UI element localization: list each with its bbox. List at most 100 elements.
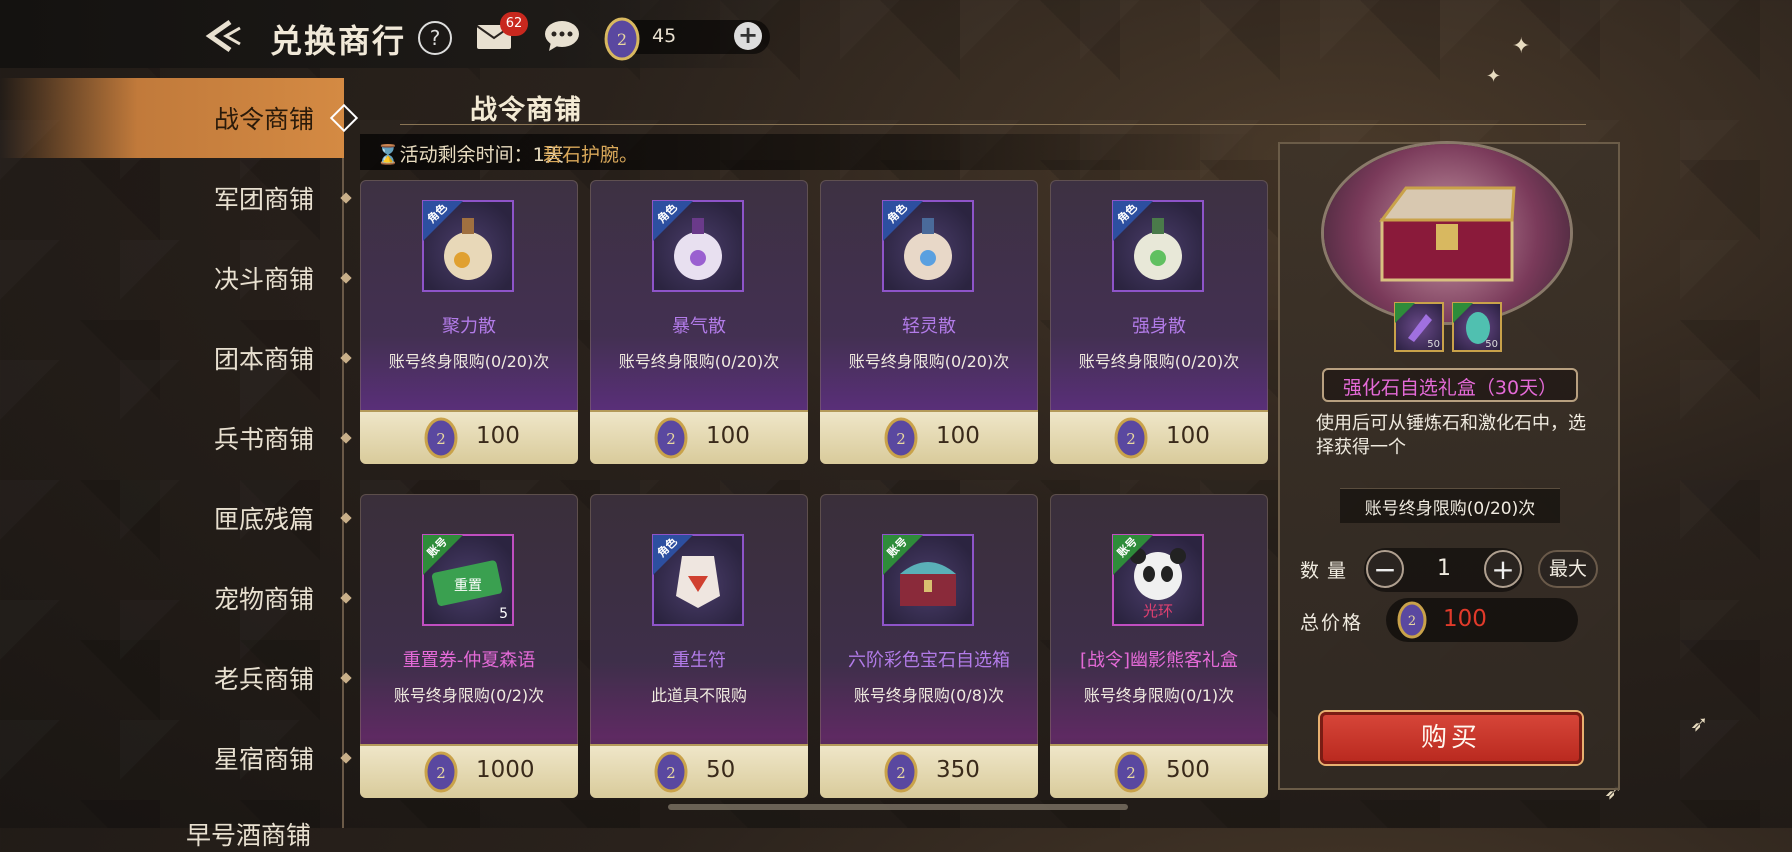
tab-raid-shop[interactable]: 团本商铺 [0, 318, 352, 398]
back-button[interactable] [200, 16, 246, 56]
sub-item-count: 50 [1485, 339, 1498, 350]
item-card[interactable]: 账号 光环 [战令]幽影熊客礼盒 账号终身限购(0/1)次 2 500 [1050, 494, 1268, 798]
page-title: 兑换商行 [270, 22, 407, 60]
chat-button[interactable] [543, 20, 581, 52]
back-arrow-icon [205, 19, 241, 53]
price-bar: 2 1000 [360, 744, 578, 798]
svg-text:2: 2 [1126, 430, 1136, 448]
item-limit: 账号终身限购(0/20)次 [388, 352, 550, 371]
tab-label: 军团商铺 [213, 185, 314, 214]
butterfly-decoration: ✦ [1512, 34, 1531, 59]
item-price: 100 [476, 423, 520, 449]
svg-text:2: 2 [436, 430, 446, 448]
item-limit: 账号终身限购(0/20)次 [1078, 352, 1240, 371]
sub-item-count: 50 [1427, 339, 1440, 350]
help-button[interactable]: ? [418, 21, 452, 55]
tab-label: 老兵商铺 [213, 665, 314, 694]
item-card[interactable]: 角色 轻灵散 账号终身限购(0/20)次 2 100 [820, 180, 1038, 464]
max-quantity-button[interactable]: 最大 [1538, 550, 1598, 588]
buy-button[interactable]: 购买 [1320, 712, 1582, 764]
token-coin-icon: 2 [654, 751, 688, 793]
quantity-value[interactable]: 1 [1404, 556, 1484, 581]
item-icon-frame: 账号 光环 [1112, 534, 1204, 626]
item-card[interactable]: 账号 重置 5 重置券-仲夏森语 账号终身限购(0/2)次 2 1000 [360, 494, 578, 798]
item-count: 5 [499, 606, 508, 622]
svg-text:重置: 重置 [454, 578, 482, 594]
bird-decoration: ➶ [1690, 712, 1709, 737]
item-name: 六阶彩色宝石自选箱 [848, 650, 1010, 671]
quantity-increase-button[interactable]: + [1484, 550, 1522, 588]
tab-legion-shop[interactable]: 军团商铺 [0, 158, 352, 238]
item-price: 100 [706, 423, 750, 449]
item-icon-frame: 角色 [882, 200, 974, 292]
tab-fragments[interactable]: 匣底残篇 [0, 478, 352, 558]
quantity-decrease-button[interactable]: − [1366, 550, 1404, 588]
tab-pet-shop[interactable]: 宠物商铺 [0, 558, 352, 638]
item-icon-frame: 账号 [882, 534, 974, 626]
sub-item-icon[interactable]: 50 [1394, 302, 1444, 352]
account-tag-icon [1395, 303, 1415, 323]
detail-description: 使用后可从锤炼石和激化石中，选择获得一个 [1316, 413, 1586, 458]
item-card[interactable]: 角色 强身散 账号终身限购(0/20)次 2 100 [1050, 180, 1268, 464]
scrolling-notice: 碧石护腕。 [543, 144, 639, 166]
section-divider [400, 124, 1586, 125]
tab-label: 匣底残篇 [213, 505, 314, 534]
item-name: [战令]幽影熊客礼盒 [1079, 650, 1239, 671]
tab-partially-visible[interactable]: 早号酒商铺 [186, 816, 311, 852]
item-card[interactable]: 角色 聚力散 账号终身限购(0/20)次 2 100 [360, 180, 578, 464]
chat-bubble-icon [545, 21, 579, 51]
tab-veteran-shop[interactable]: 老兵商铺 [0, 638, 352, 718]
item-price: 100 [1166, 423, 1210, 449]
tab-label: 战令商铺 [213, 105, 314, 134]
tab-star-shop[interactable]: 星宿商铺 [0, 718, 352, 798]
item-name: 重置券-仲夏森语 [402, 650, 536, 671]
price-bar: 2 100 [820, 410, 1038, 464]
tab-duel-shop[interactable]: 决斗商铺 [0, 238, 352, 318]
item-limit: 账号终身限购(0/1)次 [1083, 686, 1235, 705]
item-icon-frame: 角色 [422, 200, 514, 292]
tab-book-shop[interactable]: 兵书商铺 [0, 398, 352, 478]
price-bar: 2 100 [1050, 410, 1268, 464]
add-currency-button[interactable]: + [734, 22, 762, 50]
item-price: 100 [936, 423, 980, 449]
item-card[interactable]: 账号 六阶彩色宝石自选箱 账号终身限购(0/8)次 2 350 [820, 494, 1038, 798]
token-coin-icon: 2 [424, 751, 458, 793]
quantity-label: 数量 [1300, 560, 1355, 582]
token-coin-icon: 2 [884, 417, 918, 459]
sub-item-icon[interactable]: 50 [1452, 302, 1502, 352]
item-limit: 账号终身限购(0/2)次 [393, 686, 545, 705]
item-limit: 账号终身限购(0/20)次 [848, 352, 1010, 371]
item-icon-frame: 角色 [1112, 200, 1204, 292]
item-limit: 账号终身限购(0/20)次 [618, 352, 780, 371]
svg-text:2: 2 [617, 30, 627, 49]
item-card[interactable]: 角色 重生符 此道具不限购 2 50 [590, 494, 808, 798]
token-coin-icon: 2 [654, 417, 688, 459]
item-icon-frame: 角色 [652, 534, 744, 626]
item-icon-frame: 角色 [652, 200, 744, 292]
price-bar: 2 100 [590, 410, 808, 464]
token-coin-icon: 2 [1114, 751, 1148, 793]
horizontal-scrollbar[interactable] [668, 804, 1128, 810]
token-coin-icon: 2 [1397, 601, 1427, 639]
price-bar: 2 100 [360, 410, 578, 464]
account-tag-icon [1453, 303, 1473, 323]
svg-text:2: 2 [666, 764, 676, 782]
item-name: 暴气散 [672, 316, 726, 337]
svg-text:2: 2 [666, 430, 676, 448]
item-limit: 此道具不限购 [650, 686, 747, 705]
tab-label: 兵书商铺 [213, 425, 314, 454]
svg-text:2: 2 [896, 430, 906, 448]
currency-amount: 45 [652, 25, 677, 47]
section-title: 战令商铺 [470, 95, 582, 126]
item-card[interactable]: 角色 暴气散 账号终身限购(0/20)次 2 100 [590, 180, 808, 464]
giftbox-chest-icon [1324, 144, 1570, 322]
item-price: 350 [936, 757, 980, 783]
total-price-label: 总价格 [1300, 612, 1364, 634]
svg-text:2: 2 [436, 764, 446, 782]
svg-text:2: 2 [896, 764, 906, 782]
total-price-value: 100 [1443, 606, 1487, 632]
item-price: 1000 [476, 757, 535, 783]
item-price: 50 [706, 757, 736, 783]
tab-battlepass-shop[interactable]: 战令商铺 [0, 78, 359, 158]
mail-badge: 62 [500, 12, 528, 36]
